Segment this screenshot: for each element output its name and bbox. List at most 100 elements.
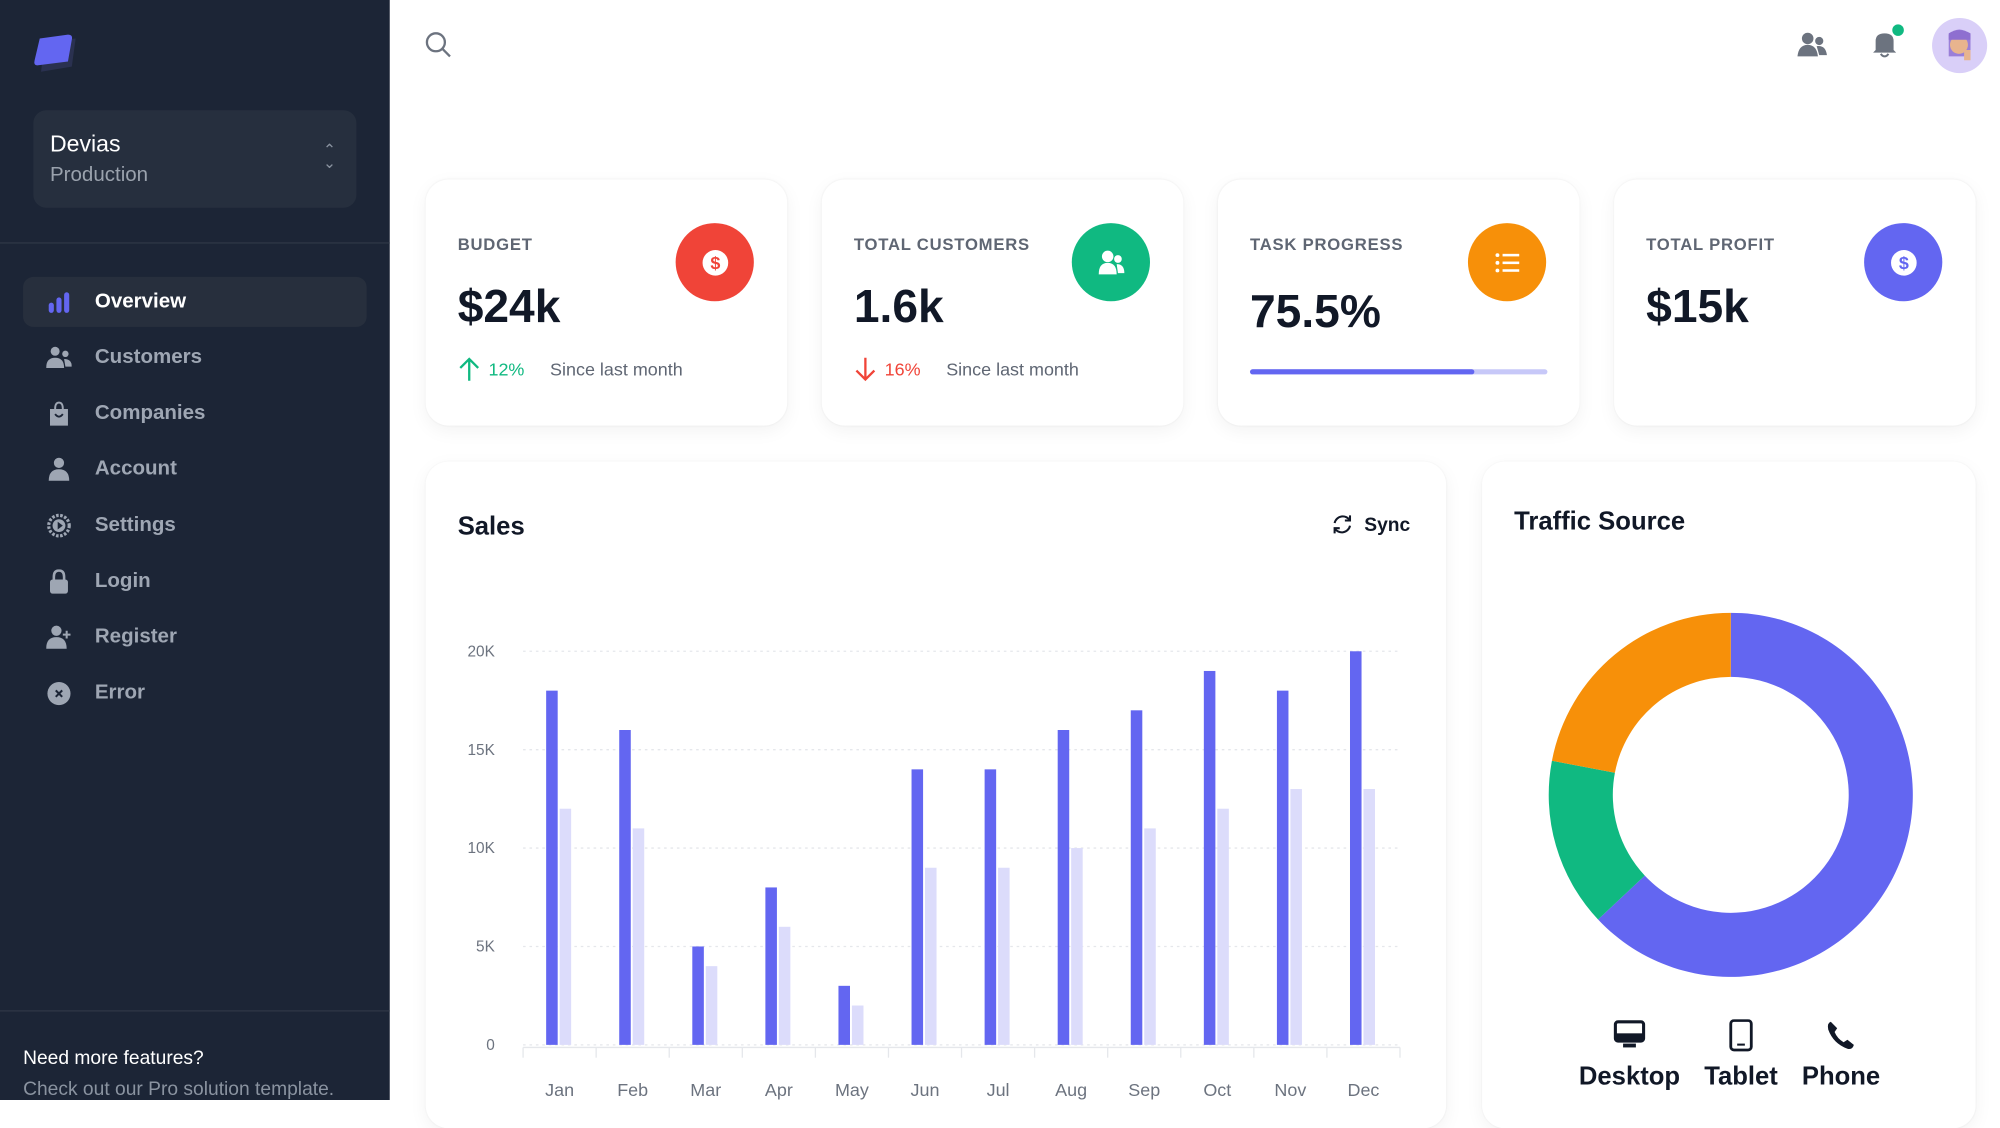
bar-may-series-1[interactable] — [851, 1005, 864, 1045]
sidebar-item-overview[interactable]: Overview — [23, 276, 367, 327]
x-tick-label: May — [835, 1080, 869, 1100]
task-value: 75.5% — [1249, 284, 1381, 338]
sidebar-item-settings[interactable]: Settings — [23, 501, 367, 551]
budget-since: Since last month — [550, 358, 683, 380]
svg-text:$: $ — [1898, 253, 1908, 273]
sync-button[interactable]: Sync — [1331, 513, 1410, 536]
x-tick-label: Oct — [1203, 1080, 1231, 1100]
phone-icon — [1827, 1021, 1854, 1049]
contacts-icon[interactable] — [1797, 31, 1828, 59]
svg-text:$: $ — [710, 253, 720, 273]
divider — [0, 1010, 390, 1012]
workspace-selector[interactable]: Devias Production ⌃ ⌄ — [33, 110, 357, 208]
sidebar: Devias Production ⌃ ⌄ Overview Customers Co… — [0, 0, 390, 1100]
traffic-donut-chart — [1548, 612, 1913, 977]
profit-value: $15k — [1646, 279, 1749, 333]
search-icon[interactable] — [424, 31, 452, 59]
customers-trend: 16% — [884, 358, 921, 380]
task-label: TASK PROGRESS — [1249, 234, 1404, 254]
bar-nov-series-1[interactable] — [1290, 789, 1302, 1045]
bar-oct-series-0[interactable] — [1203, 670, 1216, 1045]
bar-feb-series-0[interactable] — [619, 729, 631, 1045]
legend-label: Tablet — [1704, 1062, 1778, 1092]
x-tick-label: Aug — [1055, 1080, 1087, 1100]
sidebar-item-account[interactable]: Account — [23, 445, 367, 495]
bar-dec-series-1[interactable] — [1363, 789, 1375, 1045]
customers-value: 1.6k — [853, 279, 944, 333]
x-tick-label: Jun — [911, 1080, 940, 1100]
list-bullet-icon — [1467, 223, 1547, 302]
legend-item-phone: Phone — [1783, 1019, 1898, 1092]
monitor-icon — [1613, 1020, 1646, 1048]
users-icon — [46, 346, 72, 369]
bar-mar-series-1[interactable] — [705, 966, 718, 1045]
sales-title: Sales — [457, 512, 525, 542]
bar-nov-series-0[interactable] — [1276, 690, 1289, 1045]
bar-may-series-0[interactable] — [838, 985, 850, 1045]
chevron-up-down-icon: ⌃ ⌄ — [322, 141, 336, 172]
donut-slice-phone[interactable] — [1551, 612, 1731, 773]
task-progress-fill — [1249, 369, 1475, 375]
budget-trend: 12% — [488, 358, 525, 380]
bar-aug-series-0[interactable] — [1057, 729, 1070, 1045]
y-tick-label: 10K — [468, 840, 496, 857]
users-icon — [1071, 223, 1150, 302]
x-tick-label: Jul — [987, 1080, 1010, 1100]
customers-card: TOTAL CUSTOMERS 1.6k 16% Since last month — [821, 179, 1184, 426]
sidebar-item-register[interactable]: Register — [23, 612, 367, 662]
customers-label: TOTAL CUSTOMERS — [853, 234, 1030, 254]
task-progress-bar — [1249, 369, 1548, 375]
sidebar-item-label: Overview — [94, 290, 187, 313]
sync-label: Sync — [1364, 513, 1411, 536]
lock-icon — [49, 568, 68, 593]
divider — [0, 242, 390, 244]
task-progress-card: TASK PROGRESS 75.5% — [1217, 179, 1580, 426]
bar-oct-series-1[interactable] — [1217, 808, 1229, 1045]
sidebar-item-error[interactable]: Error — [23, 668, 367, 718]
sidebar-item-customers[interactable]: Customers — [23, 333, 367, 383]
bar-apr-series-0[interactable] — [765, 887, 777, 1045]
sidebar-item-label: Account — [94, 458, 177, 480]
bar-apr-series-1[interactable] — [778, 926, 791, 1045]
tablet-icon — [1729, 1019, 1753, 1052]
currency-dollar-icon: $ — [675, 223, 754, 302]
bar-jun-series-0[interactable] — [911, 769, 924, 1045]
x-circle-icon — [47, 681, 71, 705]
bar-jan-series-0[interactable] — [546, 690, 558, 1045]
legend-label: Phone — [1801, 1062, 1881, 1092]
budget-value: $24k — [457, 279, 561, 333]
notification-badge — [1892, 24, 1904, 36]
bar-jan-series-1[interactable] — [559, 808, 572, 1045]
budget-card: BUDGET $24k $ 12% Since last month — [425, 179, 788, 426]
x-tick-label: Apr — [765, 1080, 793, 1100]
sidebar-item-login[interactable]: Login — [23, 556, 367, 606]
sidebar-item-companies[interactable]: Companies — [23, 389, 367, 439]
bar-dec-series-0[interactable] — [1349, 651, 1362, 1045]
workspace-env: Production — [49, 164, 149, 186]
customers-since: Since last month — [946, 358, 1079, 380]
bar-sep-series-0[interactable] — [1130, 710, 1143, 1045]
budget-label: BUDGET — [457, 234, 533, 254]
x-tick-label: Sep — [1128, 1080, 1160, 1100]
logo-icon[interactable] — [32, 33, 81, 79]
y-tick-label: 0 — [486, 1037, 495, 1054]
arrow-up-icon — [459, 357, 480, 381]
avatar[interactable] — [1932, 17, 1988, 74]
sidebar-item-label: Error — [94, 681, 146, 704]
bar-sep-series-1[interactable] — [1144, 828, 1156, 1045]
y-tick-label: 20K — [468, 643, 496, 660]
bar-aug-series-1[interactable] — [1071, 848, 1083, 1045]
traffic-title: Traffic Source — [1514, 507, 1686, 536]
shopping-bag-icon — [49, 401, 68, 426]
arrow-down-icon — [855, 357, 876, 382]
bar-jul-series-0[interactable] — [984, 769, 997, 1045]
profit-label: TOTAL PROFIT — [1646, 234, 1775, 254]
x-tick-label: Feb — [617, 1080, 648, 1100]
bar-jul-series-1[interactable] — [998, 867, 1010, 1045]
promo-text[interactable]: Check out our Pro solution template. — [23, 1078, 334, 1100]
bar-jun-series-1[interactable] — [924, 867, 937, 1045]
bar-mar-series-0[interactable] — [692, 946, 704, 1045]
legend-item-desktop: Desktop — [1572, 1019, 1687, 1092]
bar-feb-series-1[interactable] — [632, 828, 645, 1045]
x-tick-label: Mar — [690, 1080, 721, 1100]
